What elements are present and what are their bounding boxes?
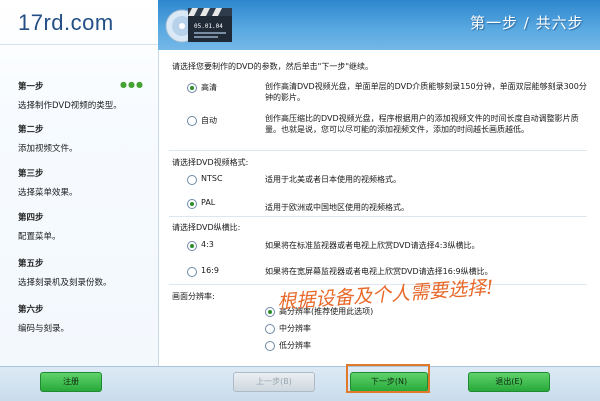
exit-button[interactable]: 退出(E) <box>468 372 550 392</box>
radio-auto[interactable] <box>187 116 197 126</box>
step-title: 第三步 <box>18 169 44 179</box>
handwritten-annotation: 根据设备及个人需要选择! <box>276 276 495 314</box>
radio-res-medium[interactable] <box>265 324 275 334</box>
option-desc-hd: 创作高清DVD视频光盘，单面单层的DVD介质能够刻录150分钟，单面双层能够刻录… <box>265 82 587 102</box>
radio-res-high[interactable] <box>265 307 275 317</box>
option-label-ntsc: NTSC <box>201 174 223 183</box>
radio-pal[interactable] <box>187 199 197 209</box>
header-banner: 05.01.04 第一步 / 共六步 <box>158 0 600 50</box>
step-5: 第五步 选择刻录机及刻录份数。 <box>18 257 112 288</box>
radio-ntsc[interactable] <box>187 175 197 185</box>
step-desc: 添加视频文件。 <box>18 144 78 154</box>
option-desc-ntsc: 适用于北美或者日本使用的视频格式。 <box>265 175 401 184</box>
register-button[interactable]: 注册 <box>40 372 102 392</box>
current-step-dots: ●●● <box>120 80 144 89</box>
step-6: 第六步 编码与刻录。 <box>18 303 69 334</box>
option-label-res-low: 低分辨率 <box>279 341 311 350</box>
next-button-highlight <box>346 364 430 393</box>
sidebar: 17rd.com 第一步 选择制作DVD视频的类型。 ●●● 第二步 添加视频文… <box>0 0 159 366</box>
dvd-clapper-icon: 05.01.04 <box>165 8 232 43</box>
divider <box>169 150 587 151</box>
option-desc-auto: 创作高压缩比的DVD视频光盘，程序根据用户的添加视频文件的时间长度自动调整影片质… <box>265 114 579 134</box>
step-desc: 选择菜单效果。 <box>18 188 78 198</box>
step-title: 第二步 <box>18 125 44 135</box>
step-title: 第一步 <box>18 82 44 92</box>
format-title: 请选择DVD视频格式: <box>172 158 249 167</box>
option-label-res-medium: 中分辨率 <box>279 324 311 333</box>
option-label-auto: 自动 <box>201 116 217 125</box>
step-title: 第五步 <box>18 259 44 269</box>
page-title: 第一步 / 共六步 <box>470 14 584 32</box>
disc-label: 05.01.04 <box>194 23 223 30</box>
resolution-title: 画面分辨率: <box>172 292 215 301</box>
logo: 17rd.com <box>18 10 114 35</box>
step-1: 第一步 选择制作DVD视频的类型。 ●●● <box>18 80 143 111</box>
step-2: 第二步 添加视频文件。 <box>18 123 78 154</box>
radio-hd[interactable] <box>187 83 197 93</box>
main-panel: 请选择您要制作的DVD的参数，然后单击"下一步"继续。 高清 创作高清DVD视频… <box>159 50 600 366</box>
radio-4-3[interactable] <box>187 241 197 251</box>
step-desc: 选择制作DVD视频的类型。 <box>18 101 122 111</box>
step-title: 第六步 <box>18 305 44 315</box>
option-desc-pal: 适用于欧洲或中国地区使用的视频格式。 <box>265 203 409 212</box>
radio-res-low[interactable] <box>265 341 275 351</box>
divider <box>169 216 587 217</box>
step-desc: 选择刻录机及刻录份数。 <box>18 278 112 288</box>
option-label-hd: 高清 <box>201 83 217 92</box>
aspect-title: 请选择DVD纵横比: <box>172 223 241 232</box>
step-desc: 编码与刻录。 <box>18 324 70 334</box>
option-label-pal: PAL <box>201 198 216 207</box>
intro-text: 请选择您要制作的DVD的参数，然后单击"下一步"继续。 <box>172 62 374 71</box>
step-title: 第四步 <box>18 213 44 223</box>
step-desc: 配置菜单。 <box>18 232 61 242</box>
option-label-16-9: 16:9 <box>201 266 219 275</box>
prev-button[interactable]: 上一步(B) <box>233 372 315 392</box>
step-4: 第四步 配置菜单。 <box>18 211 61 242</box>
step-3: 第三步 选择菜单效果。 <box>18 167 78 198</box>
divider <box>0 44 158 45</box>
option-desc-4-3: 如果将在标准监视器或者电视上欣赏DVD请选择4:3纵横比。 <box>265 241 480 250</box>
option-label-4-3: 4:3 <box>201 240 214 249</box>
radio-16-9[interactable] <box>187 267 197 277</box>
